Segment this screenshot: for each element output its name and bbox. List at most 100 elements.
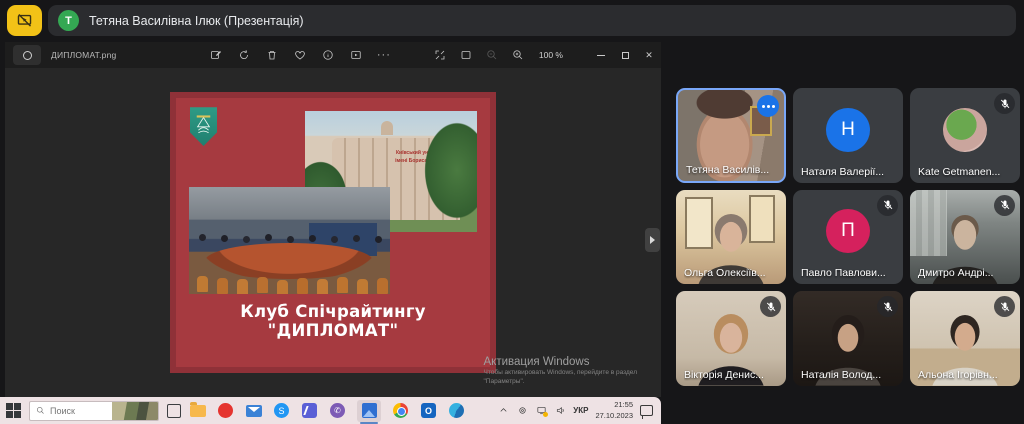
- next-image-button[interactable]: [645, 228, 660, 252]
- stop-presenting-button[interactable]: [7, 5, 42, 36]
- presentation-slide: Київський університет імені Бориса Грінч…: [170, 92, 496, 373]
- university-emblem: [190, 106, 217, 146]
- chevron-right-icon: [650, 236, 655, 244]
- info-icon[interactable]: [321, 48, 335, 62]
- viewer-toolbar: ···: [209, 48, 391, 62]
- display-warning-icon[interactable]: [535, 405, 547, 417]
- participant-tile-tetyana[interactable]: Тетяна Василів...: [676, 88, 786, 183]
- action-center-icon[interactable]: [640, 405, 653, 416]
- photo-avatar: [943, 108, 987, 152]
- fit-to-window-icon[interactable]: [459, 48, 473, 62]
- conference-room-photo: [189, 187, 390, 295]
- initial-avatar: Н: [826, 108, 870, 152]
- tray-time: 21:55: [595, 400, 633, 410]
- slide-title: Клуб Спічрайтингу "ДИПЛОМАТ": [176, 302, 490, 340]
- participant-tile-nataliia-v[interactable]: Наталія Волод...: [793, 291, 903, 386]
- windows-taskbar: S ✆ O УКР 21:55 27.10.2023: [0, 397, 661, 424]
- start-button[interactable]: [6, 403, 21, 418]
- participant-name: Альона Ігорівн...: [918, 369, 1016, 381]
- edge-icon[interactable]: [448, 402, 465, 419]
- taskbar-search[interactable]: [29, 401, 159, 421]
- participant-tile-pavlo[interactable]: П Павло Павлови...: [793, 190, 903, 285]
- presenter-avatar: T: [58, 10, 79, 31]
- task-view-button[interactable]: [167, 404, 181, 418]
- participants-panel: Тетяна Василів... Н Наталя Валерії... Ka…: [676, 88, 1020, 386]
- tile-more-menu-button[interactable]: [757, 95, 779, 117]
- system-tray: УКР 21:55 27.10.2023: [497, 400, 655, 420]
- search-icon: [36, 406, 45, 415]
- rotate-icon[interactable]: [237, 48, 251, 62]
- zoom-level: 100 %: [539, 50, 563, 60]
- participant-tile-dmytro[interactable]: Дмитро Андрі...: [910, 190, 1020, 285]
- windows-activation-watermark: Активация Windows Чтобы активировать Win…: [484, 356, 638, 388]
- outlook-icon[interactable]: O: [420, 402, 437, 419]
- conference-people: [199, 234, 206, 241]
- meet-call-screen: T Тетяна Василівна Ілюк (Презентація) ДИ…: [0, 0, 1024, 424]
- participant-tile-viktoriia[interactable]: Вікторія Денис...: [676, 291, 786, 386]
- see-all-photos-button[interactable]: [13, 45, 41, 65]
- slideshow-icon[interactable]: [349, 48, 363, 62]
- clock[interactable]: 21:55 27.10.2023: [595, 400, 633, 420]
- slide-background: Київський університет імені Бориса Грінч…: [176, 98, 490, 367]
- mic-off-icon: [999, 98, 1011, 110]
- building-dome: [381, 121, 393, 135]
- close-button[interactable]: ✕: [637, 42, 661, 68]
- presenter-title: Тетяна Василівна Ілюк (Презентація): [89, 14, 304, 28]
- mic-off-icon: [882, 199, 894, 211]
- participant-name: Наталя Валерії...: [801, 166, 899, 178]
- tray-date: 27.10.2023: [595, 411, 633, 421]
- zoom-in-icon[interactable]: [511, 48, 525, 62]
- viber-icon[interactable]: ✆: [329, 402, 346, 419]
- edit-icon[interactable]: [209, 48, 223, 62]
- mail-icon[interactable]: [245, 402, 262, 419]
- mic-muted-badge: [877, 195, 898, 216]
- participant-name: Наталія Волод...: [801, 369, 899, 381]
- language-indicator[interactable]: УКР: [573, 406, 588, 415]
- participant-name: Ольга Олексіїв...: [684, 267, 782, 279]
- fullscreen-icon[interactable]: [433, 48, 447, 62]
- conference-chairs: [197, 276, 208, 292]
- minimize-icon: [597, 55, 605, 56]
- initial-avatar: П: [826, 209, 870, 253]
- participant-name: Дмитро Андрі...: [918, 267, 1016, 279]
- photos-app-icon[interactable]: [357, 400, 381, 422]
- viewer-zoom-controls: 100 %: [433, 48, 563, 62]
- delete-icon[interactable]: [265, 48, 279, 62]
- search-input[interactable]: [50, 406, 102, 416]
- more-options-icon[interactable]: ···: [377, 48, 391, 62]
- settings-tray-icon[interactable]: [516, 405, 528, 417]
- maximize-icon: [622, 52, 629, 59]
- favorite-icon[interactable]: [293, 48, 307, 62]
- skype-icon[interactable]: S: [273, 402, 290, 419]
- image-filename: ДИПЛОМАТ.png: [51, 50, 116, 60]
- participant-name: Тетяна Василів...: [686, 164, 780, 176]
- window-controls: ✕: [589, 42, 661, 68]
- search-highlight-image[interactable]: [112, 402, 158, 420]
- photos-titlebar: ДИПЛОМАТ.png ···: [5, 42, 661, 68]
- presentation-off-icon: [16, 12, 33, 29]
- hidden-icons-chevron[interactable]: [497, 405, 509, 417]
- close-icon: ✕: [645, 51, 653, 60]
- minimize-button[interactable]: [589, 42, 613, 68]
- participant-name: Вікторія Денис...: [684, 369, 782, 381]
- conference-table: [205, 243, 374, 280]
- participant-tile-kate[interactable]: Kate Getmanen...: [910, 88, 1020, 183]
- chrome-icon[interactable]: [392, 402, 409, 419]
- volume-icon[interactable]: [554, 405, 566, 417]
- taskbar-app-icons: S ✆ O: [189, 400, 465, 422]
- pass-card-icon[interactable]: [301, 402, 318, 419]
- participant-tile-olha[interactable]: Ольга Олексіїв...: [676, 190, 786, 285]
- file-explorer-icon[interactable]: [189, 402, 206, 419]
- photos-logo-icon: [23, 51, 32, 60]
- participant-tile-alona[interactable]: Альона Ігорівн...: [910, 291, 1020, 386]
- participant-name: Kate Getmanen...: [918, 166, 1016, 178]
- maximize-button[interactable]: [613, 42, 637, 68]
- presenting-banner: T Тетяна Василівна Ілюк (Презентація): [48, 5, 1016, 36]
- tree-right: [412, 111, 478, 232]
- zoom-out-icon[interactable]: [485, 48, 499, 62]
- mic-muted-badge: [994, 93, 1015, 114]
- photos-app-window: ДИПЛОМАТ.png ···: [5, 42, 661, 397]
- image-viewer-canvas: Київський університет імені Бориса Грінч…: [5, 68, 661, 397]
- participant-tile-natalya-v[interactable]: Н Наталя Валерії...: [793, 88, 903, 183]
- red-browser-icon[interactable]: [217, 402, 234, 419]
